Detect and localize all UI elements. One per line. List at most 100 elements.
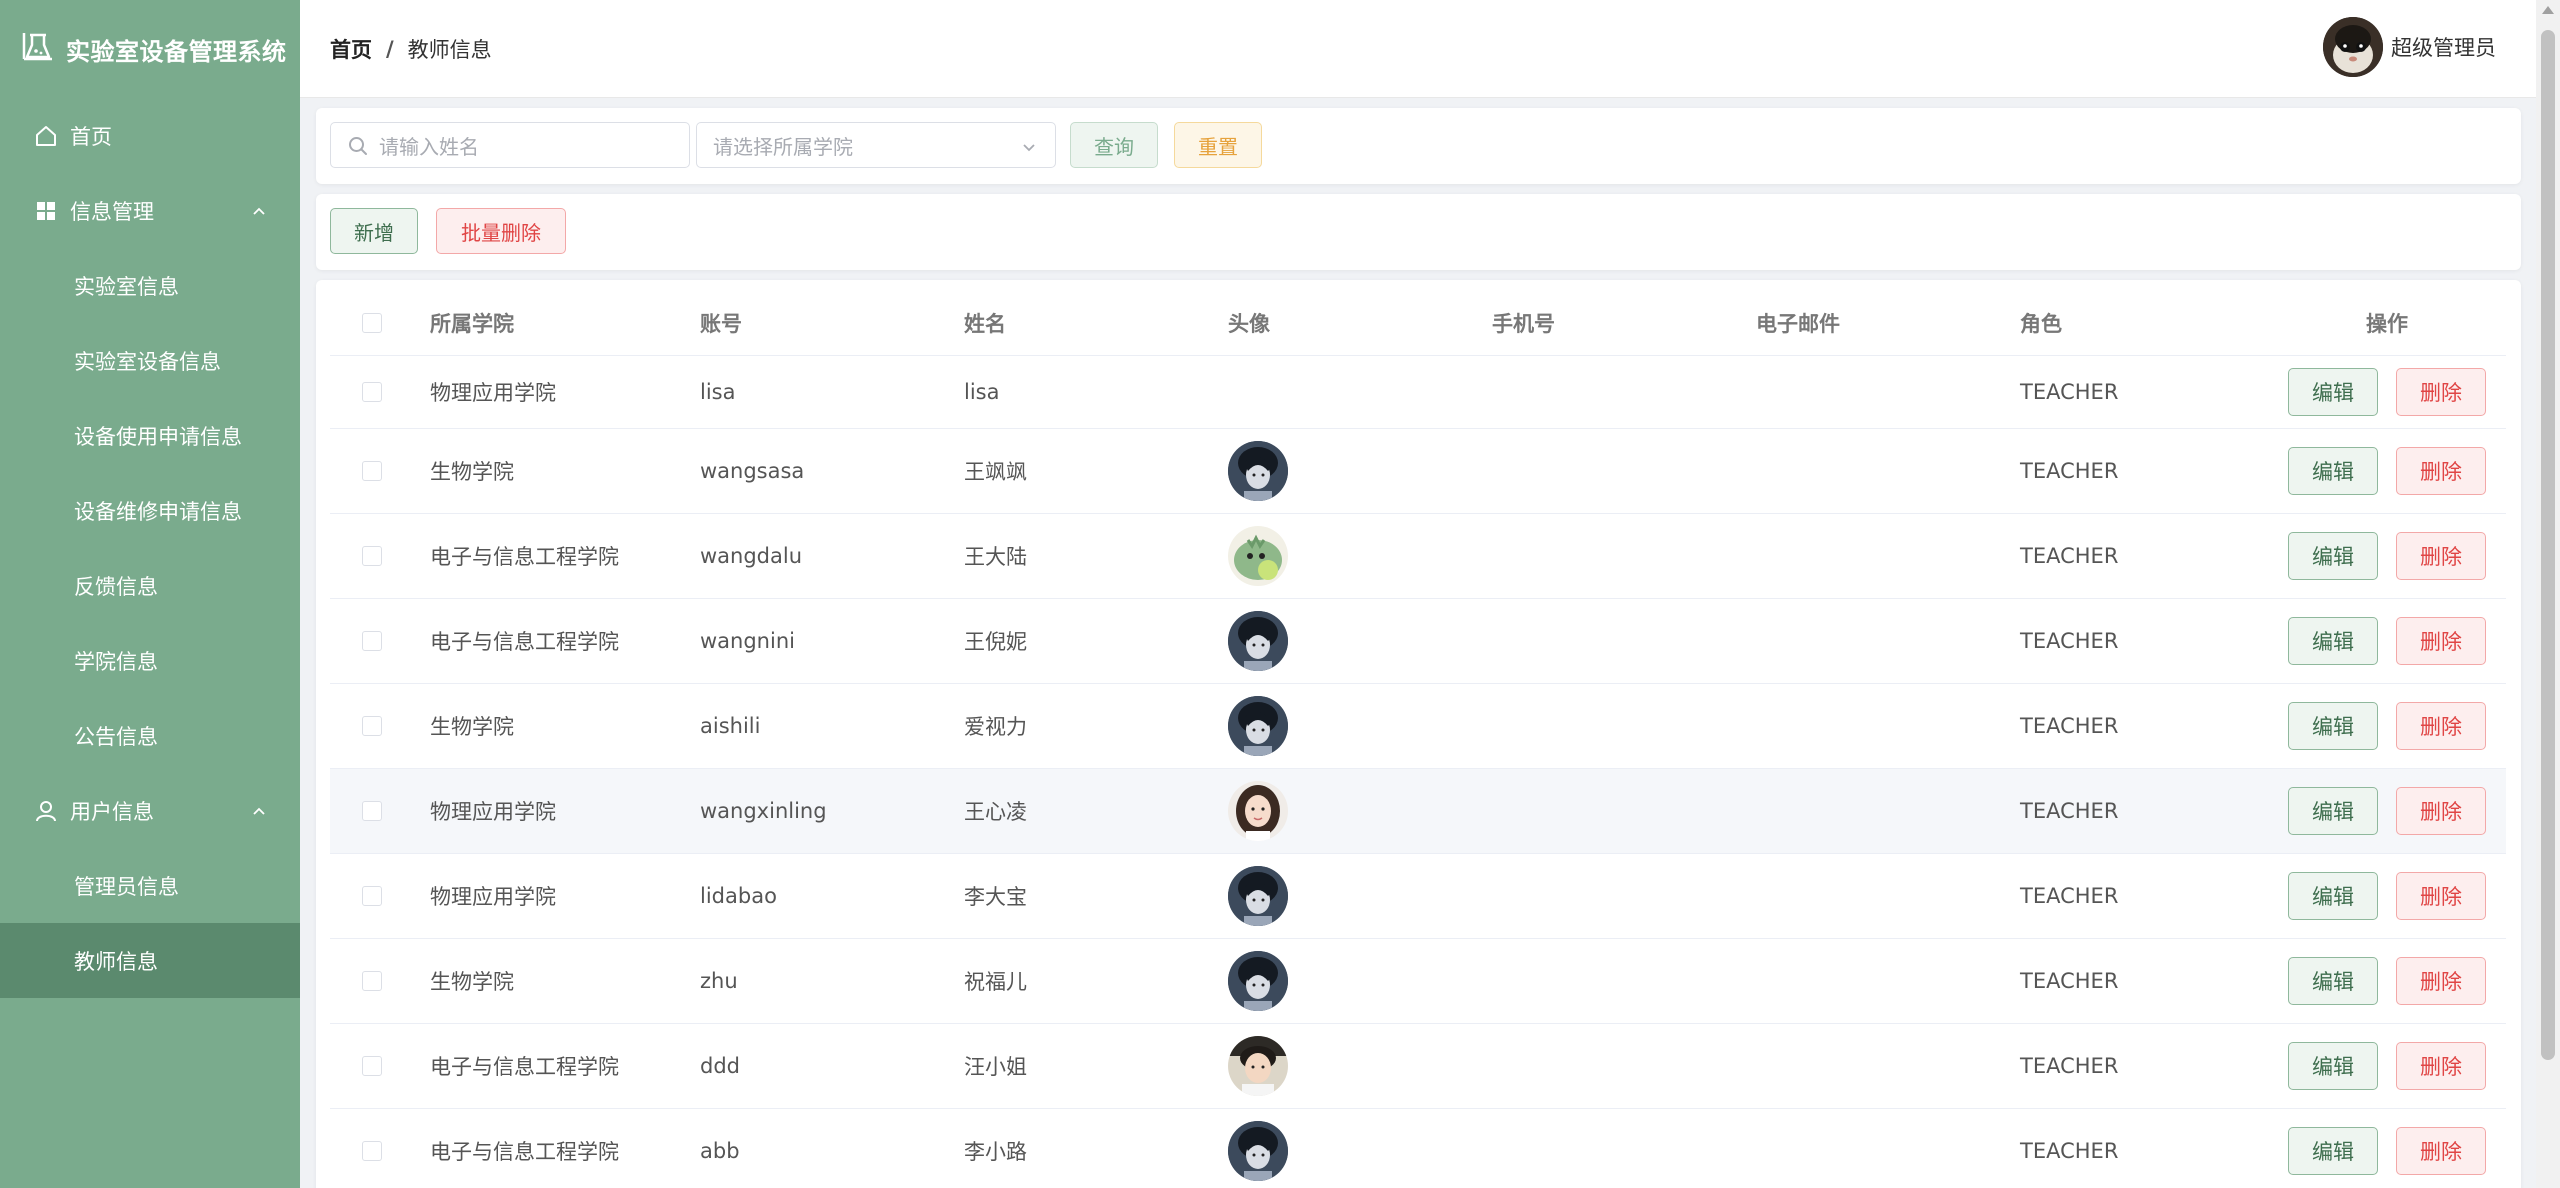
cell-role: TEACHER xyxy=(2020,1139,2119,1163)
row-checkbox[interactable] xyxy=(362,716,382,736)
edit-button[interactable]: 编辑 xyxy=(2288,787,2378,835)
edit-button[interactable]: 编辑 xyxy=(2288,957,2378,1005)
table-row[interactable]: 电子与信息工程学院 wangnini 王倪妮 TEACHER 编辑 删除 xyxy=(330,599,2506,684)
delete-button[interactable]: 删除 xyxy=(2396,447,2486,495)
add-button[interactable]: 新增 xyxy=(330,208,418,254)
sidebar-item-label: 学院信息 xyxy=(74,649,158,674)
cell-name: 李大宝 xyxy=(964,885,1027,909)
user-avatar[interactable] xyxy=(2323,17,2383,77)
sidebar-item-label: 设备使用申请信息 xyxy=(74,424,242,449)
sidebar-item-label: 实验室信息 xyxy=(74,274,179,299)
delete-button[interactable]: 删除 xyxy=(2396,1042,2486,1090)
row-checkbox[interactable] xyxy=(362,631,382,651)
sidebar-item-9[interactable]: 用户信息 xyxy=(0,773,300,848)
table-row[interactable]: 生物学院 zhu 祝福儿 TEACHER 编辑 删除 xyxy=(330,939,2506,1024)
sidebar-item-label: 管理员信息 xyxy=(74,874,179,899)
query-button[interactable]: 查询 xyxy=(1070,122,1158,168)
table-row[interactable]: 物理应用学院 lisa lisa TEACHER 编辑 删除 xyxy=(330,356,2506,429)
cell-role: TEACHER xyxy=(2020,1054,2119,1078)
user-menu[interactable]: 超级管理员 xyxy=(2323,17,2496,77)
college-select[interactable]: 请选择所属学院 xyxy=(696,122,1056,168)
home-icon xyxy=(34,124,58,148)
sidebar-item-8[interactable]: 公告信息 xyxy=(0,698,300,773)
sidebar-item-10[interactable]: 管理员信息 xyxy=(0,848,300,923)
chevron-down-icon xyxy=(1023,144,1035,152)
sidebar-item-label: 用户信息 xyxy=(70,799,154,824)
cell-account: ddd xyxy=(700,1054,740,1078)
table-row[interactable]: 物理应用学院 lidabao 李大宝 TEACHER 编辑 删除 xyxy=(330,854,2506,939)
cell-college: 物理应用学院 xyxy=(430,885,556,909)
sidebar-item-label: 公告信息 xyxy=(74,724,158,749)
table-row[interactable]: 生物学院 aishili 爱视力 TEACHER 编辑 删除 xyxy=(330,684,2506,769)
delete-button[interactable]: 删除 xyxy=(2396,957,2486,1005)
batch-delete-button[interactable]: 批量删除 xyxy=(436,208,566,254)
sidebar-item-0[interactable]: 首页 xyxy=(0,98,300,173)
table-row[interactable]: 物理应用学院 wangxinling 王心凌 TEACHER 编辑 删除 xyxy=(330,769,2506,854)
edit-button[interactable]: 编辑 xyxy=(2288,617,2378,665)
cell-role: TEACHER xyxy=(2020,969,2119,993)
green-cartoon-avatar xyxy=(1228,526,1288,586)
row-checkbox[interactable] xyxy=(362,382,382,402)
row-checkbox[interactable] xyxy=(362,886,382,906)
sidebar-item-label: 信息管理 xyxy=(70,199,154,224)
sidebar-item-label: 实验室设备信息 xyxy=(74,349,221,374)
sidebar-item-5[interactable]: 设备维修申请信息 xyxy=(0,473,300,548)
table-row[interactable]: 电子与信息工程学院 abb 李小路 TEACHER 编辑 删除 xyxy=(330,1109,2506,1188)
breadcrumb-home[interactable]: 首页 xyxy=(330,34,372,64)
row-checkbox[interactable] xyxy=(362,461,382,481)
edit-button[interactable]: 编辑 xyxy=(2288,1127,2378,1175)
reset-button[interactable]: 重置 xyxy=(1174,122,1262,168)
sidebar-menu: 首页信息管理实验室信息实验室设备信息 设备使用申请信息设备维修申请信息 反馈信息学院… xyxy=(0,98,300,998)
row-checkbox[interactable] xyxy=(362,1141,382,1161)
sidebar-item-7[interactable]: 学院信息 xyxy=(0,623,300,698)
cell-name: lisa xyxy=(964,380,1000,404)
boy-photo-avatar xyxy=(1228,1036,1288,1096)
delete-button[interactable]: 删除 xyxy=(2396,532,2486,580)
row-checkbox[interactable] xyxy=(362,801,382,821)
cell-name: 李小路 xyxy=(964,1140,1027,1164)
edit-button[interactable]: 编辑 xyxy=(2288,532,2378,580)
scroll-thumb[interactable] xyxy=(2541,30,2555,1060)
delete-button[interactable]: 删除 xyxy=(2396,368,2486,416)
cell-name: 王心凌 xyxy=(964,800,1027,824)
delete-button[interactable]: 删除 xyxy=(2396,617,2486,665)
sidebar-item-6[interactable]: 反馈信息 xyxy=(0,548,300,623)
user-icon xyxy=(34,799,58,823)
search-panel: 请输入姓名 请选择所属学院 查询 重置 xyxy=(316,108,2521,184)
table-row[interactable]: 电子与信息工程学院 ddd 汪小姐 TEACHER 编辑 删除 xyxy=(330,1024,2506,1109)
name-input-placeholder: 请输入姓名 xyxy=(379,134,479,159)
edit-button[interactable]: 编辑 xyxy=(2288,1042,2378,1090)
delete-button[interactable]: 删除 xyxy=(2396,872,2486,920)
sidebar-item-11[interactable]: 教师信息 xyxy=(0,923,300,998)
page-scrollbar[interactable] xyxy=(2536,0,2560,1188)
cell-account: lidabao xyxy=(700,884,777,908)
delete-button[interactable]: 删除 xyxy=(2396,702,2486,750)
app-logo: 实验室设备管理系统 xyxy=(0,0,300,98)
cell-college: 生物学院 xyxy=(430,970,514,994)
edit-button[interactable]: 编辑 xyxy=(2288,447,2378,495)
name-search-input[interactable]: 请输入姓名 xyxy=(330,122,690,168)
delete-button[interactable]: 删除 xyxy=(2396,1127,2486,1175)
cell-name: 爱视力 xyxy=(964,715,1027,739)
sidebar-item-4[interactable]: 设备使用申请信息 xyxy=(0,398,300,473)
cell-account: aishili xyxy=(700,714,761,738)
cell-name: 王大陆 xyxy=(964,545,1027,569)
edit-button[interactable]: 编辑 xyxy=(2288,368,2378,416)
dark-hair-avatar xyxy=(1228,866,1288,926)
edit-button[interactable]: 编辑 xyxy=(2288,702,2378,750)
cell-role: TEACHER xyxy=(2020,380,2119,404)
sidebar-item-1[interactable]: 信息管理 xyxy=(0,173,300,248)
edit-button[interactable]: 编辑 xyxy=(2288,872,2378,920)
girl-avatar xyxy=(1228,781,1288,841)
delete-button[interactable]: 删除 xyxy=(2396,787,2486,835)
row-checkbox[interactable] xyxy=(362,1056,382,1076)
row-checkbox[interactable] xyxy=(362,971,382,991)
sidebar-item-2[interactable]: 实验室信息 xyxy=(0,248,300,323)
row-checkbox[interactable] xyxy=(362,546,382,566)
sidebar-item-3[interactable]: 实验室设备信息 xyxy=(0,323,300,398)
table-row[interactable]: 电子与信息工程学院 wangdalu 王大陆 TEACHER 编辑 删除 xyxy=(330,514,2506,599)
scroll-up-arrow[interactable] xyxy=(2542,6,2554,14)
select-all-checkbox[interactable] xyxy=(362,312,382,333)
table-row[interactable]: 生物学院 wangsasa 王飒飒 TEACHER 编辑 删除 xyxy=(330,429,2506,514)
cell-account: abb xyxy=(700,1139,740,1163)
